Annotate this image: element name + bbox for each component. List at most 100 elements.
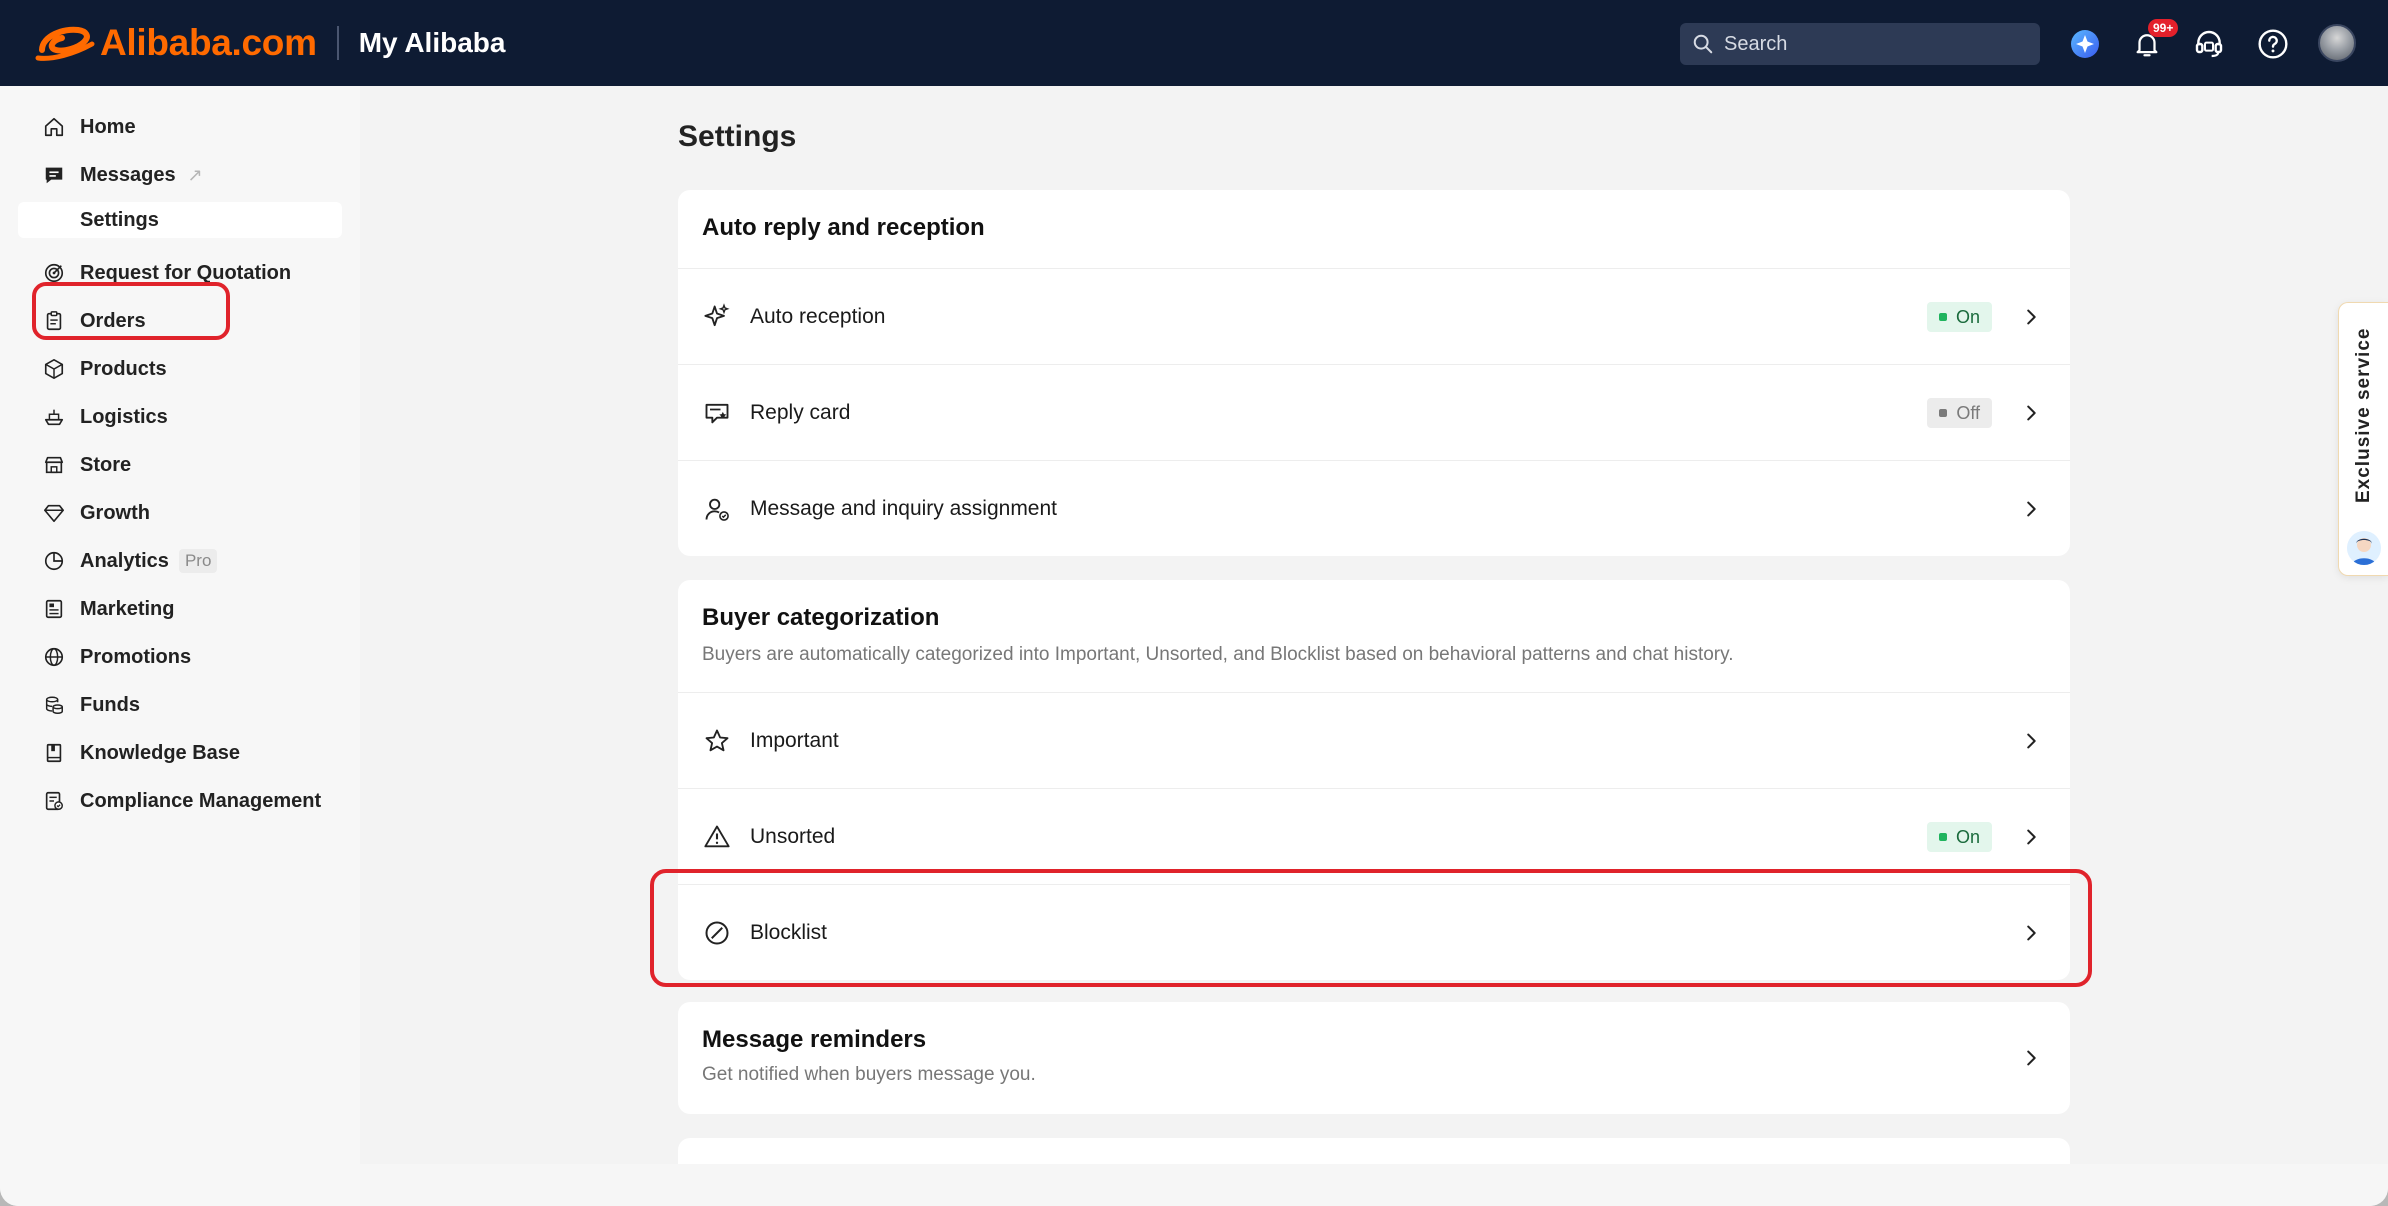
header-divider	[336, 26, 339, 60]
card-header: Buyer categorization Buyers are automati…	[678, 580, 2070, 666]
app-window: Alibaba.com My Alibaba 99+	[0, 0, 2388, 1206]
message-icon	[42, 163, 66, 187]
sidebar-item-products[interactable]: Products	[18, 352, 342, 386]
globe-icon	[42, 645, 66, 669]
setting-row-message-assignment[interactable]: Message and inquiry assignment	[678, 460, 2070, 556]
star-icon	[702, 726, 732, 756]
pie-chart-icon	[42, 549, 66, 573]
customer-service-icon[interactable]	[2190, 25, 2228, 63]
sidebar-item-label: Marketing	[80, 597, 175, 620]
sidebar-item-analytics[interactable]: Analytics Pro	[18, 544, 342, 578]
sidebar: Home Messages ↗ Settings Request for Quo…	[0, 86, 360, 1206]
external-link-icon: ↗	[187, 164, 203, 185]
status-dot	[1938, 833, 1947, 841]
setting-row-label: Reply card	[750, 400, 851, 424]
sidebar-item-growth[interactable]: Growth	[18, 496, 342, 530]
sidebar-item-label: Messages	[80, 163, 176, 186]
sidebar-item-settings[interactable]: Settings	[18, 202, 342, 238]
ai-assistant-icon[interactable]	[2066, 25, 2104, 63]
page-title: Settings	[678, 120, 797, 153]
sidebar-item-home[interactable]: Home	[18, 110, 342, 144]
sidebar-item-compliance-management[interactable]: Compliance Management	[18, 784, 342, 818]
ship-icon	[42, 405, 66, 429]
diamond-icon	[42, 501, 66, 525]
chevron-right-icon	[2016, 726, 2046, 756]
sidebar-item-funds[interactable]: Funds	[18, 688, 342, 722]
status-badge: On	[1926, 822, 1992, 852]
chevron-right-icon	[2016, 398, 2046, 428]
setting-row-label: Unsorted	[750, 824, 836, 848]
chevron-right-icon	[2016, 822, 2046, 852]
sidebar-item-promotions[interactable]: Promotions	[18, 640, 342, 674]
setting-row-label: Auto reception	[750, 304, 886, 328]
main-content: Settings Auto reply and reception Auto r…	[360, 86, 2388, 1206]
search-icon	[1693, 34, 1713, 54]
alibaba-logo-icon	[35, 26, 95, 61]
sidebar-item-knowledge-base[interactable]: Knowledge Base	[18, 736, 342, 770]
sidebar-item-label: Growth	[80, 501, 150, 524]
sidebar-item-label: Compliance Management	[80, 789, 322, 812]
status-text: Off	[1956, 402, 1980, 423]
store-icon	[42, 453, 66, 477]
setting-row-label: Important	[750, 728, 839, 752]
card-title: Message reminders	[702, 1026, 927, 1053]
chevron-right-icon	[2016, 1043, 2046, 1073]
settings-highlight-box	[32, 282, 230, 340]
status-text: On	[1955, 826, 1980, 847]
coins-icon	[42, 693, 66, 717]
search-box[interactable]	[1680, 23, 2040, 65]
warning-triangle-icon	[702, 822, 732, 852]
card-description: Buyers are automatically categorized int…	[702, 644, 1734, 665]
sidebar-item-label: Promotions	[80, 645, 192, 668]
card-description: Get notified when buyers message you.	[702, 1064, 1036, 1085]
setting-row-auto-reception[interactable]: Auto reception On	[678, 268, 2070, 364]
help-icon[interactable]	[2254, 25, 2292, 63]
card-title: Buyer categorization	[702, 604, 940, 631]
sidebar-item-label: Settings	[80, 208, 159, 231]
sidebar-item-store[interactable]: Store	[18, 448, 342, 482]
blocklist-highlight-box	[650, 869, 2092, 987]
box-icon	[42, 357, 66, 381]
setting-row-reply-card[interactable]: Reply card Off	[678, 364, 2070, 460]
top-navigation-bar: Alibaba.com My Alibaba 99+	[0, 0, 2388, 86]
sidebar-item-label: Logistics	[80, 405, 168, 428]
reply-card-icon	[702, 398, 732, 428]
sidebar-item-label: Products	[80, 357, 167, 380]
chevron-right-icon	[2016, 494, 2046, 524]
compliance-icon	[42, 789, 66, 813]
card-header: Message reminders Get notified when buye…	[678, 1002, 2070, 1086]
status-dot	[1938, 313, 1947, 321]
home-icon	[42, 115, 66, 139]
user-assign-icon	[702, 494, 732, 524]
exclusive-service-label: Exclusive service	[2353, 327, 2374, 503]
card-header: Auto reply and reception	[678, 190, 2070, 242]
message-reminders-card[interactable]: Message reminders Get notified when buye…	[678, 1002, 2070, 1114]
logo-text: Alibaba.com	[100, 22, 317, 63]
sidebar-item-label: Home	[80, 115, 136, 138]
book-icon	[42, 741, 66, 765]
notification-badge: 99+	[2148, 19, 2179, 37]
sidebar-item-label: Analytics	[80, 549, 169, 572]
search-input[interactable]	[1724, 32, 2024, 56]
setting-row-label: Message and inquiry assignment	[750, 496, 1058, 520]
sidebar-item-messages[interactable]: Messages ↗	[18, 158, 342, 192]
chevron-right-icon	[2016, 302, 2046, 332]
setting-row-important[interactable]: Important	[678, 692, 2070, 788]
document-icon	[42, 597, 66, 621]
sidebar-item-label: Store	[80, 453, 132, 476]
status-text: On	[1955, 306, 1980, 327]
auto-reply-card: Auto reply and reception Auto reception …	[678, 190, 2070, 556]
card-title: Auto reply and reception	[702, 214, 985, 241]
user-avatar[interactable]	[2318, 24, 2356, 62]
sidebar-item-label: Knowledge Base	[80, 741, 241, 764]
pro-badge: Pro	[178, 549, 218, 573]
sparkle-icon	[702, 302, 732, 332]
alibaba-logo[interactable]: Alibaba.com	[34, 20, 317, 66]
service-agent-avatar	[2347, 531, 2381, 565]
sidebar-item-label: Funds	[80, 693, 140, 716]
sidebar-item-logistics[interactable]: Logistics	[18, 400, 342, 434]
status-dot	[1939, 409, 1948, 417]
exclusive-service-tab[interactable]: Exclusive service	[2338, 302, 2388, 576]
sidebar-item-marketing[interactable]: Marketing	[18, 592, 342, 626]
page-brand-title[interactable]: My Alibaba	[359, 27, 506, 59]
